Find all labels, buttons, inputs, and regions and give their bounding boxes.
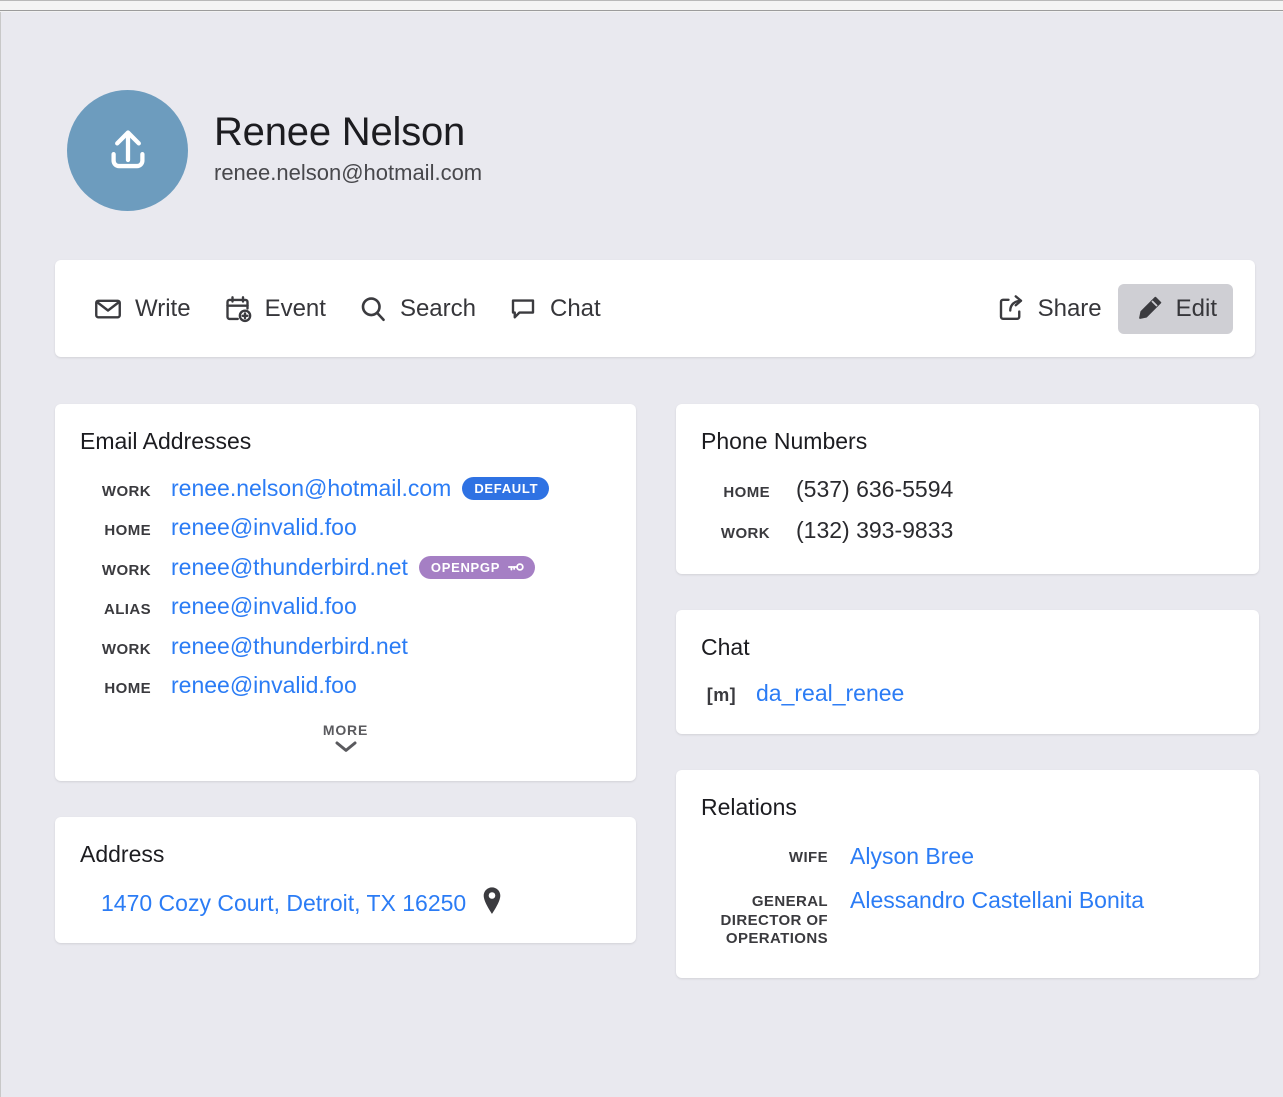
upload-icon: [101, 124, 155, 178]
email-row-type: HOME: [79, 680, 151, 699]
relation-rows: WIFE Alyson Bree GENERAL DIRECTOR OF OPE…: [700, 835, 1235, 956]
share-button-label: Share: [1038, 295, 1102, 323]
phone-row[interactable]: HOME (537) 636-5594: [700, 469, 1235, 510]
event-button[interactable]: Event: [207, 284, 342, 334]
email-row-value-wrap: renee.nelson@hotmail.com DEFAULT: [171, 474, 549, 503]
chevron-down-icon: [333, 739, 359, 759]
phone-row[interactable]: WORK (132) 393-9833: [700, 510, 1235, 551]
search-button-label: Search: [400, 295, 476, 323]
chat-protocol-label: [m]: [700, 684, 736, 707]
write-button-label: Write: [135, 295, 191, 323]
edit-button[interactable]: Edit: [1118, 284, 1233, 334]
left-column: Email Addresses WORK renee.nelson@hotmai…: [55, 404, 636, 943]
email-address-link[interactable]: renee@thunderbird.net: [171, 632, 408, 661]
pencil-icon: [1134, 294, 1164, 324]
relations-card-title: Relations: [700, 794, 1235, 821]
window-chrome-strip: [0, 0, 1283, 11]
email-address-link[interactable]: renee@invalid.foo: [171, 592, 357, 621]
contact-details-window: Renee Nelson renee.nelson@hotmail.com Wr…: [0, 0, 1283, 1097]
email-address-link[interactable]: renee.nelson@hotmail.com: [171, 474, 451, 503]
envelope-icon: [93, 294, 123, 324]
cards-container: Email Addresses WORK renee.nelson@hotmai…: [55, 404, 1255, 978]
default-badge-label: DEFAULT: [474, 482, 538, 495]
email-rows: WORK renee.nelson@hotmail.com DEFAULT HO…: [79, 469, 612, 706]
email-row[interactable]: WORK renee.nelson@hotmail.com DEFAULT: [79, 469, 612, 508]
key-icon: [507, 561, 524, 574]
email-address-link[interactable]: renee@invalid.foo: [171, 671, 357, 700]
contact-details-pane: Renee Nelson renee.nelson@hotmail.com Wr…: [0, 12, 1283, 1097]
email-row-value-wrap: renee@thunderbird.net: [171, 632, 408, 661]
address-row[interactable]: 1470 Cozy Court, Detroit, TX 16250: [79, 882, 612, 921]
address-card: Address 1470 Cozy Court, Detroit, TX 162…: [55, 817, 636, 943]
email-row-value-wrap: renee@invalid.foo: [171, 513, 357, 542]
address-card-title: Address: [79, 841, 612, 868]
email-row-value-wrap: renee@invalid.foo: [171, 592, 357, 621]
email-row[interactable]: HOME renee@invalid.foo: [79, 508, 612, 547]
email-row[interactable]: WORK renee@thunderbird.net OPENPGP: [79, 548, 612, 587]
action-toolbar: Write Event: [55, 260, 1255, 357]
write-button[interactable]: Write: [77, 284, 207, 334]
calendar-add-icon: [223, 294, 253, 324]
map-pin-icon[interactable]: [480, 886, 504, 921]
chat-row[interactable]: [m] da_real_renee: [700, 675, 1235, 712]
email-row-type: WORK: [79, 483, 151, 502]
openpgp-badge: OPENPGP: [419, 556, 535, 579]
email-addresses-card: Email Addresses WORK renee.nelson@hotmai…: [55, 404, 636, 781]
email-more-expander[interactable]: MORE: [79, 722, 612, 759]
avatar[interactable]: [67, 90, 188, 211]
share-export-icon: [996, 294, 1026, 324]
contact-header-text: Renee Nelson renee.nelson@hotmail.com: [214, 110, 482, 190]
phone-row-type: WORK: [700, 525, 770, 544]
chat-button-label: Chat: [550, 295, 601, 323]
right-column: Phone Numbers HOME (537) 636-5594 WORK (…: [676, 404, 1259, 978]
event-button-label: Event: [265, 295, 326, 323]
contact-name: Renee Nelson: [214, 110, 482, 155]
relation-person-link[interactable]: Alessandro Castellani Bonita: [850, 886, 1144, 915]
email-address-link[interactable]: renee@invalid.foo: [171, 513, 357, 542]
contact-header: Renee Nelson renee.nelson@hotmail.com: [1, 12, 1283, 211]
search-button[interactable]: Search: [342, 284, 492, 334]
email-address-link[interactable]: renee@thunderbird.net: [171, 553, 408, 582]
email-row-type: HOME: [79, 522, 151, 541]
email-more-label: MORE: [323, 722, 368, 738]
chat-handle-link[interactable]: da_real_renee: [756, 679, 904, 708]
email-card-title: Email Addresses: [79, 428, 612, 455]
openpgp-badge-label: OPENPGP: [431, 561, 500, 574]
chat-button[interactable]: Chat: [492, 284, 617, 334]
edit-button-label: Edit: [1176, 295, 1217, 323]
speech-bubble-icon: [508, 294, 538, 324]
email-row[interactable]: HOME renee@invalid.foo: [79, 666, 612, 705]
relation-row[interactable]: GENERAL DIRECTOR OF OPERATIONS Alessandr…: [700, 879, 1235, 956]
relation-type-label: GENERAL DIRECTOR OF OPERATIONS: [700, 886, 828, 949]
chat-rows: [m] da_real_renee: [700, 675, 1235, 712]
email-row-value-wrap: renee@invalid.foo: [171, 671, 357, 700]
chat-card-title: Chat: [700, 634, 1235, 661]
email-row-type: WORK: [79, 562, 151, 581]
email-row-type: WORK: [79, 641, 151, 660]
address-link[interactable]: 1470 Cozy Court, Detroit, TX 16250: [101, 890, 466, 917]
phone-row-type: HOME: [700, 484, 770, 503]
magnifier-icon: [358, 294, 388, 324]
email-row[interactable]: WORK renee@thunderbird.net: [79, 627, 612, 666]
phone-number-value: (132) 393-9833: [796, 516, 953, 545]
relations-card: Relations WIFE Alyson Bree GENERAL DIREC…: [676, 770, 1259, 978]
chat-card: Chat [m] da_real_renee: [676, 610, 1259, 734]
phone-rows: HOME (537) 636-5594 WORK (132) 393-9833: [700, 469, 1235, 552]
email-row-value-wrap: renee@thunderbird.net OPENPGP: [171, 553, 535, 582]
default-badge: DEFAULT: [462, 477, 549, 500]
email-row-type: ALIAS: [79, 601, 151, 620]
phone-number-value: (537) 636-5594: [796, 475, 953, 504]
phone-numbers-card: Phone Numbers HOME (537) 636-5594 WORK (…: [676, 404, 1259, 574]
phone-card-title: Phone Numbers: [700, 428, 1235, 455]
relation-row[interactable]: WIFE Alyson Bree: [700, 835, 1235, 878]
email-row[interactable]: ALIAS renee@invalid.foo: [79, 587, 612, 626]
contact-primary-email: renee.nelson@hotmail.com: [214, 160, 482, 186]
relation-type-label: WIFE: [700, 842, 828, 868]
relation-person-link[interactable]: Alyson Bree: [850, 842, 974, 871]
share-button[interactable]: Share: [980, 284, 1118, 334]
